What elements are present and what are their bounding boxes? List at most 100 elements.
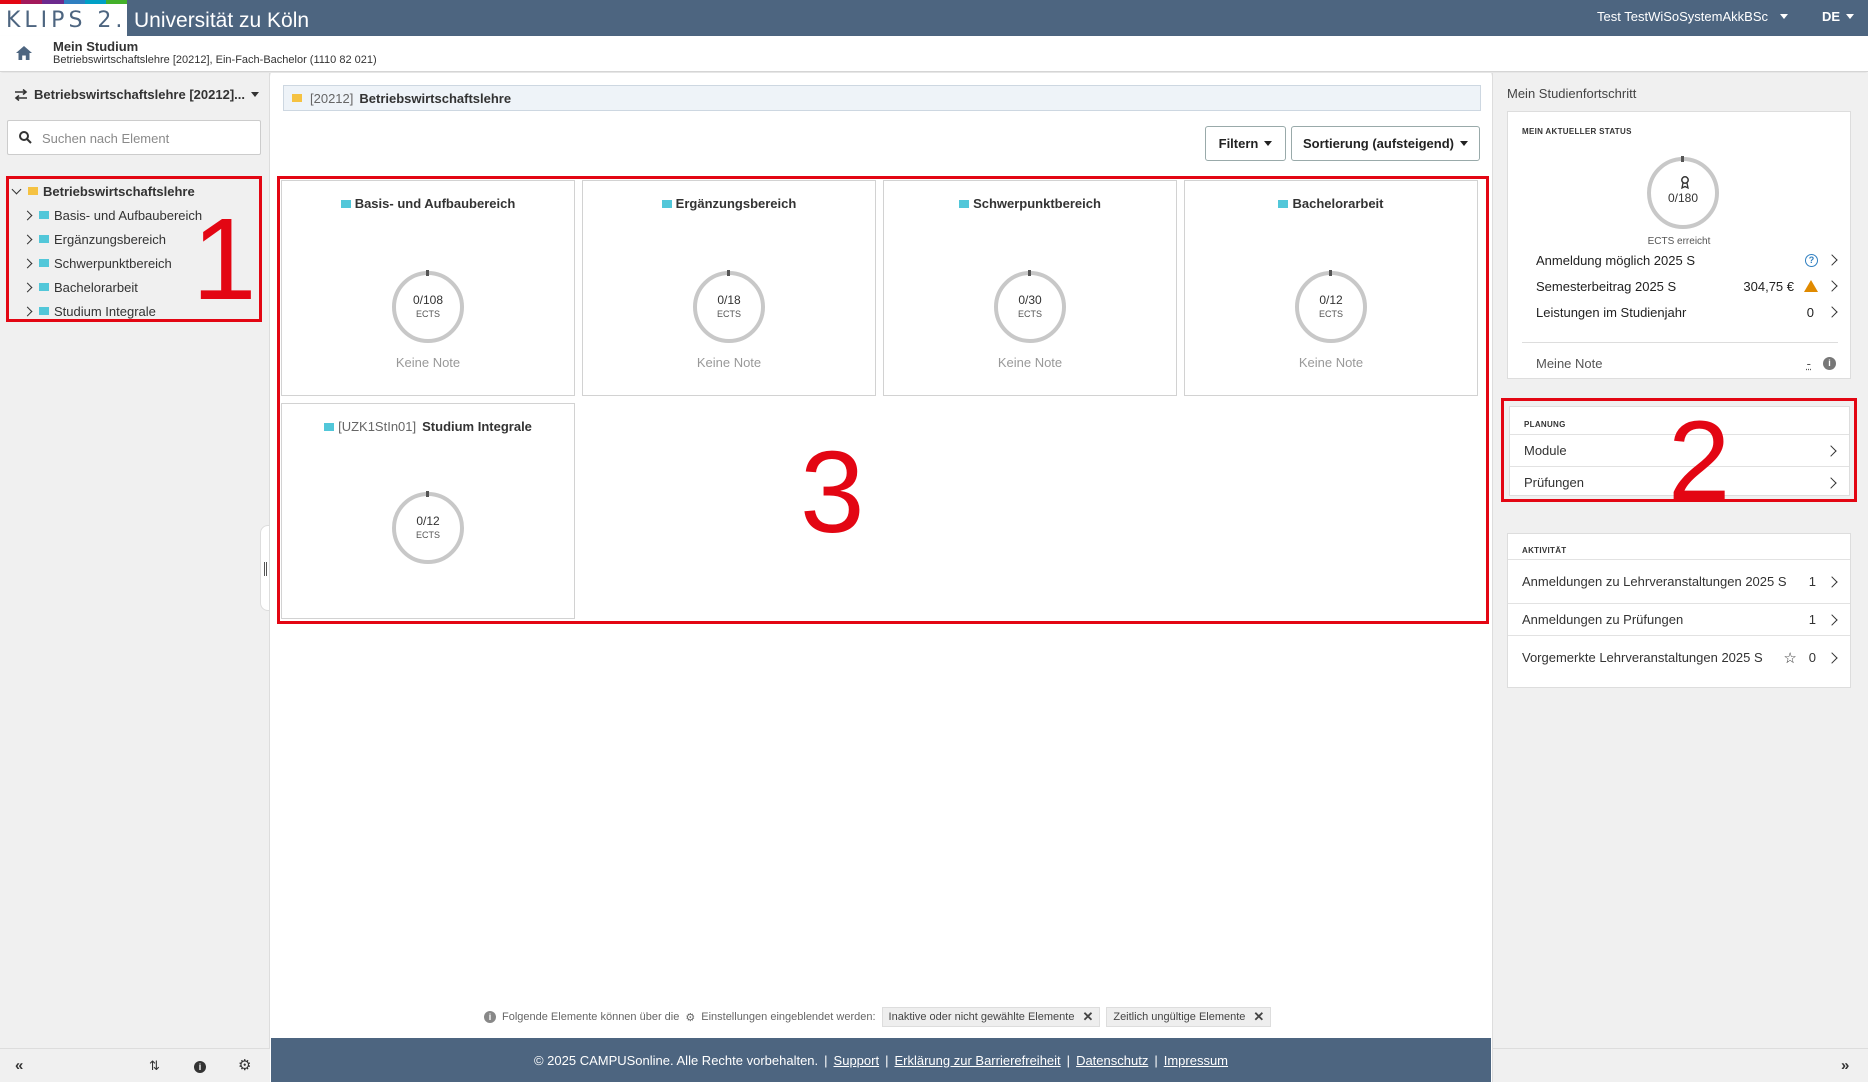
user-menu[interactable]: Test TestWiSoSystemAkkBSc xyxy=(1597,9,1788,24)
search-icon xyxy=(19,131,32,144)
ects-value: 0/12 xyxy=(396,514,460,528)
search-box xyxy=(7,120,261,155)
filter-chip[interactable]: Zeitlich ungültige Elemente ✕ xyxy=(1106,1007,1271,1027)
tree-item-root[interactable]: Betriebswirtschaftslehre xyxy=(13,181,195,201)
square-marker-icon xyxy=(341,200,351,208)
hint-text: Einstellungen eingeblendet werden: xyxy=(701,1011,875,1023)
medal-icon xyxy=(1680,176,1690,190)
collapse-right-icon[interactable]: » xyxy=(1841,1058,1849,1074)
tree-item-basis[interactable]: Basis- und Aufbaubereich xyxy=(24,205,202,225)
page-title: Mein Studium xyxy=(53,39,138,54)
progress-ring: 0/108 ECTS xyxy=(392,271,464,343)
accessibility-link[interactable]: Erklärung zur Barrierefreiheit xyxy=(894,1053,1060,1068)
tree-highlight-box: Betriebswirtschaftslehre Basis- und Aufb… xyxy=(6,176,262,322)
filter-chip[interactable]: Inaktive oder nicht gewählte Elemente ✕ xyxy=(882,1007,1101,1027)
activity-item-exam-registrations[interactable]: Anmeldungen zu Prüfungen 1 xyxy=(1508,603,1850,635)
chevron-right-icon[interactable] xyxy=(23,210,33,220)
square-marker-icon xyxy=(39,307,49,315)
row-label: Meine Note xyxy=(1536,356,1807,371)
top-bar: KLIPS 2.0 Universität zu Köln Test TestW… xyxy=(0,0,1868,36)
cards-highlight-box: Basis- und Aufbaubereich 0/108 ECTS Kein… xyxy=(277,176,1489,624)
item-label: Anmeldungen zu Lehrveranstaltungen 2025 … xyxy=(1522,571,1801,592)
card-code: [UZK1StIn01] xyxy=(338,419,416,434)
chevron-right-icon xyxy=(1825,477,1836,488)
square-marker-icon xyxy=(1278,200,1288,208)
support-link[interactable]: Support xyxy=(834,1053,880,1068)
sort-button[interactable]: Sortierung (aufsteigend) xyxy=(1291,126,1480,161)
gear-icon[interactable]: ⚙ xyxy=(238,1058,251,1074)
tree-item-studium-integrale[interactable]: Studium Integrale xyxy=(24,301,156,321)
annotation-number-2: 2 xyxy=(1668,405,1730,517)
page-footer: © 2025 CAMPUSonline. Alle Rechte vorbeha… xyxy=(271,1038,1491,1082)
privacy-link[interactable]: Datenschutz xyxy=(1076,1053,1148,1068)
ects-value: 0/18 xyxy=(697,293,761,307)
close-icon[interactable]: ✕ xyxy=(1253,1009,1264,1025)
square-marker-icon xyxy=(959,200,969,208)
area-card-basis[interactable]: Basis- und Aufbaubereich 0/108 ECTS Kein… xyxy=(281,180,575,396)
language-menu[interactable]: DE xyxy=(1822,9,1854,24)
activity-item-course-registrations[interactable]: Anmeldungen zu Lehrveranstaltungen 2025 … xyxy=(1508,559,1850,603)
item-count: 1 xyxy=(1809,574,1816,589)
logo-text: KLIPS 2.0 xyxy=(6,9,144,33)
sort-icon[interactable]: ⇅ xyxy=(149,1058,160,1074)
area-card-ergaenzung[interactable]: Ergänzungsbereich 0/18 ECTS Keine Note xyxy=(582,180,876,396)
tree-item-schwerpunkt[interactable]: Schwerpunktbereich xyxy=(24,253,172,273)
chevron-right-icon[interactable] xyxy=(23,282,33,292)
chevron-right-icon xyxy=(1826,652,1837,663)
ects-unit: ECTS xyxy=(396,309,460,319)
hidden-elements-hint: i Folgende Elemente können über die ⚙ Ei… xyxy=(484,1008,1271,1026)
info-icon[interactable]: i xyxy=(194,1058,206,1074)
ects-total-value: 0/180 xyxy=(1651,191,1715,205)
area-card-bachelorarbeit[interactable]: Bachelorarbeit 0/12 ECTS Keine Note xyxy=(1184,180,1478,396)
tree-item-label: Basis- und Aufbaubereich xyxy=(54,208,202,223)
search-input[interactable] xyxy=(42,127,252,149)
program-switcher[interactable]: Betriebswirtschaftslehre [20212]... xyxy=(14,87,259,102)
swap-icon xyxy=(14,89,28,101)
chevron-right-icon[interactable] xyxy=(23,258,33,268)
row-value: 0 xyxy=(1807,305,1814,320)
home-icon[interactable] xyxy=(16,46,32,60)
achievements-row[interactable]: Leistungen im Studienjahr 0 xyxy=(1536,302,1836,322)
filter-button[interactable]: Filtern xyxy=(1205,126,1286,161)
collapse-left-icon[interactable]: « xyxy=(15,1058,23,1074)
klips-logo[interactable]: KLIPS 2.0 xyxy=(0,0,127,36)
grade-row: Meine Note - i xyxy=(1536,356,1836,371)
language-code: DE xyxy=(1822,9,1840,24)
ects-value: 0/30 xyxy=(998,293,1062,307)
ects-caption: ECTS erreicht xyxy=(1508,236,1850,247)
sidebar-resize-handle[interactable] xyxy=(260,525,270,611)
tree-item-label: Ergänzungsbereich xyxy=(54,232,166,247)
chevron-right-icon[interactable] xyxy=(23,306,33,316)
imprint-link[interactable]: Impressum xyxy=(1164,1053,1228,1068)
chevron-down-icon xyxy=(1264,141,1272,146)
progress-ring: 0/12 ECTS xyxy=(392,492,464,564)
chevron-right-icon xyxy=(1826,614,1837,625)
row-value: 304,75 € xyxy=(1743,279,1794,294)
planning-heading: PLANUNG xyxy=(1524,420,1566,429)
help-icon[interactable]: ? xyxy=(1805,254,1818,267)
section-code: [20212] xyxy=(310,91,353,106)
info-icon[interactable]: i xyxy=(1823,357,1836,370)
annotation-number-1: 1 xyxy=(192,201,257,317)
chevron-down-icon[interactable] xyxy=(12,184,22,194)
star-icon[interactable]: ☆ xyxy=(1783,649,1796,667)
grade-text: Keine Note xyxy=(282,355,574,370)
semester-fee-row[interactable]: Semesterbeitrag 2025 S 304,75 € xyxy=(1536,276,1836,296)
tree-item-ergaenzung[interactable]: Ergänzungsbereich xyxy=(24,229,166,249)
area-card-schwerpunkt[interactable]: Schwerpunktbereich 0/30 ECTS Keine Note xyxy=(883,180,1177,396)
activity-item-bookmarked-courses[interactable]: Vorgemerkte Lehrveranstaltungen 2025 S ☆… xyxy=(1508,635,1850,679)
square-marker-icon xyxy=(28,187,38,195)
chevron-right-icon xyxy=(1825,445,1836,456)
chevron-down-icon xyxy=(1780,14,1788,19)
university-name: Universität zu Köln xyxy=(134,9,309,33)
warning-icon xyxy=(1804,280,1818,292)
ects-unit: ECTS xyxy=(396,530,460,540)
chevron-right-icon[interactable] xyxy=(23,234,33,244)
registration-row[interactable]: Anmeldung möglich 2025 S ? xyxy=(1536,250,1836,270)
square-marker-icon xyxy=(324,423,334,431)
close-icon[interactable]: ✕ xyxy=(1082,1009,1093,1025)
tree-item-bachelorarbeit[interactable]: Bachelorarbeit xyxy=(24,277,138,297)
activity-card: AKTIVITÄT Anmeldungen zu Lehrveranstaltu… xyxy=(1507,533,1851,688)
chevron-down-icon xyxy=(1846,14,1854,19)
area-card-studium-integrale[interactable]: [UZK1StIn01] Studium Integrale 0/12 ECTS xyxy=(281,403,575,619)
